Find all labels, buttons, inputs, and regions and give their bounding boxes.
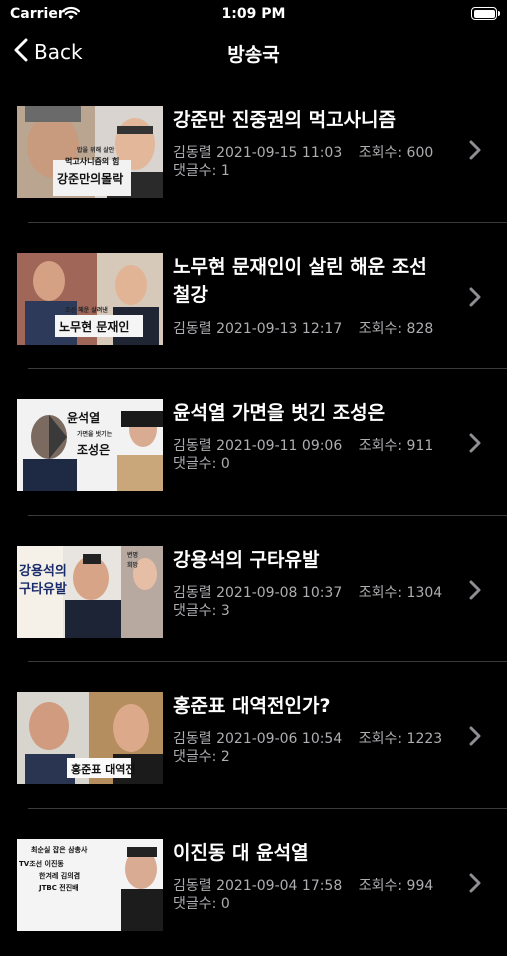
views-count: 1304 [406,584,443,601]
item-author: 김동렬 [173,145,212,161]
item-comments: 댓글수: 2 [173,749,230,766]
list-item[interactable]: 윤석열 가면을 벗기는 조성은 윤석열 가면을 벗긴 조성은 김동렬 2021-… [0,369,507,516]
thumbnail-image: 최순실 잡은 삼총사 TV조선 이진동 한겨레 김의겸 JTBC 전진배 [17,838,163,931]
comments-count: 1 [220,163,230,179]
item-meta: 김동렬 2021-09-06 10:54 조회수: 1223 [173,731,442,748]
views-count: 911 [406,438,434,455]
item-comments: 댓글수: 3 [173,603,230,620]
list-item[interactable]: 강용석의 구타유발 변명 희망 강용석의 구타유발 김동렬 2021-09-08… [0,516,507,663]
page-title: 방송국 [227,44,280,66]
item-meta: 김동렬 2021-09-15 11:03 조회수: 600 [173,145,433,162]
chevron-right-icon [469,580,481,604]
views-label: 조회수: [358,731,403,748]
list-item[interactable]: 홍준표 대역전 홍준표 대역전인가? 김동렬 2021-09-06 10:54 … [0,662,507,809]
comments-count: 2 [220,749,230,766]
comments-count: 0 [220,895,230,912]
item-meta: 김동렬 2021-09-13 12:17 조회수: 828 [173,321,433,338]
item-title: 홍준표 대역전인가? [173,695,331,718]
views-label: 조회수: [358,145,403,161]
views-label: 조회수: [358,584,403,601]
item-comments: 댓글수: 0 [173,896,230,913]
views-label: 조회수: [358,320,403,337]
chevron-right-icon [469,140,481,164]
views-count: 994 [406,877,434,894]
item-author: 김동렬 [173,731,212,748]
comments-label: 댓글수: [173,163,217,179]
item-author: 김동렬 [173,877,212,894]
item-title: 강준만 진중권의 먹고사니즘 [173,109,396,131]
status-time: 1:09 PM [221,6,286,22]
thumbnail-image: 홍준표 대역전 [17,692,163,785]
comments-label: 댓글수: [173,749,217,766]
list-item[interactable]: 최순실 잡은 삼총사 TV조선 이진동 한겨레 김의겸 JTBC 전진배 이진동… [0,809,507,956]
list-item[interactable]: 밥을 위해 살안 먹고사니즘의 힘 강준만의몰락 강준만 진중권의 먹고사니즘 … [0,76,507,223]
comments-label: 댓글수: [173,602,217,619]
chevron-right-icon [469,726,481,750]
comments-count: 0 [220,456,230,473]
item-meta: 김동렬 2021-09-08 10:37 조회수: 1304 [173,585,442,602]
thumbnail-image: 강용석의 구타유발 변명 희망 [17,545,163,638]
chevron-right-icon [469,433,481,457]
item-date: 2021-09-04 17:58 [216,877,343,894]
item-comments: 댓글수: 1 [173,163,230,180]
comments-count: 3 [220,602,230,619]
episode-list: 밥을 위해 살안 먹고사니즘의 힘 강준만의몰락 강준만 진중권의 먹고사니즘 … [0,76,507,956]
comments-label: 댓글수: [173,456,217,473]
thumbnail-image: 조선 해운 살려낸 노무현 문재인 [17,252,163,345]
thumbnail-image: 밥을 위해 살안 먹고사니즘의 힘 강준만의몰락 [17,106,163,198]
item-date: 2021-09-06 10:54 [216,731,343,748]
status-bar: Carrier 1:09 PM [0,0,507,30]
list-item[interactable]: 조선 해운 살려낸 노무현 문재인 노무현 문재인이 살린 해운 조선 철강 김… [0,223,507,370]
battery-icon [471,7,500,20]
item-meta: 김동렬 2021-09-11 09:06 조회수: 911 [173,438,433,455]
item-author: 김동렬 [173,584,212,601]
item-meta: 김동렬 2021-09-04 17:58 조회수: 994 [173,878,433,895]
navigation-bar: Back 방송국 [0,30,507,76]
item-title: 노무현 문재인이 살린 해운 조선 철강 [173,255,427,306]
item-author: 김동렬 [173,320,212,337]
views-label: 조회수: [358,877,403,894]
comments-label: 댓글수: [173,895,217,912]
item-date: 2021-09-15 11:03 [216,145,343,161]
chevron-right-icon [469,287,481,311]
item-comments: 댓글수: 0 [173,456,230,473]
views-label: 조회수: [358,438,403,455]
item-author: 김동렬 [173,438,212,455]
thumbnail-image: 윤석열 가면을 벗기는 조성은 [17,399,163,492]
item-title: 이진동 대 윤석열 [173,841,309,864]
views-count: 600 [406,145,434,161]
chevron-right-icon [469,873,481,897]
item-date: 2021-09-13 12:17 [216,320,343,337]
item-date: 2021-09-08 10:37 [216,584,343,601]
item-title: 강용석의 구타유발 [173,548,320,571]
item-date: 2021-09-11 09:06 [216,438,343,455]
views-count: 828 [406,320,434,337]
views-count: 1223 [406,731,443,748]
item-title: 윤석열 가면을 벗긴 조성은 [173,402,386,425]
